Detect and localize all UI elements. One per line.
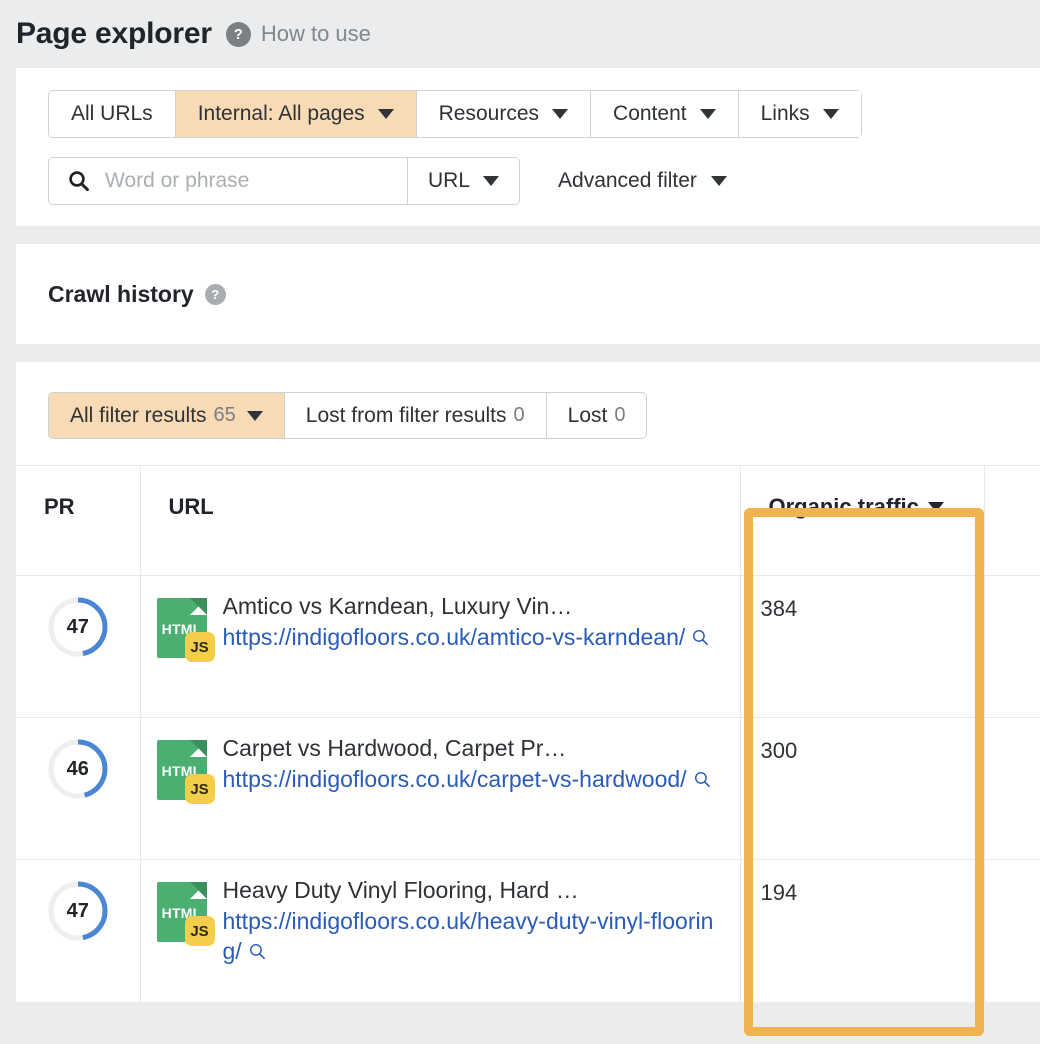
js-badge-icon: JS — [185, 916, 215, 946]
filter-tab-internal-all-pages[interactable]: Internal: All pages — [176, 91, 417, 137]
cell-pr: 47 — [16, 860, 140, 1002]
question-mark-icon[interactable]: ? — [205, 284, 226, 305]
page-title-text: Carpet vs Hardwood, Carpet Pr… — [223, 734, 726, 763]
js-badge-icon: JS — [185, 632, 215, 662]
cell-extra — [984, 860, 1040, 1002]
column-header-pr[interactable]: PR — [16, 466, 140, 576]
crawl-history-title: Crawl history — [48, 281, 194, 308]
advanced-filter-button[interactable]: Advanced filter — [558, 169, 727, 193]
filter-tab-links[interactable]: Links — [739, 91, 861, 137]
search-icon — [67, 169, 91, 193]
chevron-down-icon — [711, 176, 727, 186]
cell-pr: 46 — [16, 718, 140, 860]
pr-gauge: 47 — [47, 880, 109, 942]
table-row[interactable]: 47 HTML JS — [16, 576, 1040, 718]
filter-tab-label: Content — [613, 102, 687, 126]
chevron-down-icon — [247, 411, 263, 421]
chevron-down-icon — [552, 109, 568, 119]
cell-extra — [984, 576, 1040, 718]
html-file-icon: HTML JS — [157, 740, 207, 802]
search-icon[interactable] — [693, 770, 712, 789]
cell-organic-traffic: 194 — [740, 860, 984, 1002]
results-tab-all-filter-results[interactable]: All filter results 65 — [49, 393, 285, 438]
pr-value: 46 — [47, 738, 109, 800]
column-header-extra — [984, 466, 1040, 576]
column-header-label: URL — [169, 494, 214, 519]
column-header-url[interactable]: URL — [140, 466, 740, 576]
filter-tab-label: All URLs — [71, 102, 153, 126]
crawl-history-panel: Crawl history ? — [16, 244, 1040, 344]
cell-extra — [984, 718, 1040, 860]
search-scope-select[interactable]: URL — [408, 157, 520, 205]
filter-tab-all-urls[interactable]: All URLs — [49, 91, 176, 137]
pr-gauge: 47 — [47, 596, 109, 658]
filter-tab-label: Internal: All pages — [198, 102, 365, 126]
cell-url: HTML JS Amtico vs Karndean, Luxury Vin… … — [140, 576, 740, 718]
advanced-filter-label: Advanced filter — [558, 169, 697, 193]
chevron-down-icon — [823, 109, 839, 119]
how-to-use-label: How to use — [261, 21, 371, 47]
page-title-text: Amtico vs Karndean, Luxury Vin… — [223, 592, 726, 621]
page-url-link[interactable]: https://indigofloors.co.uk/amtico-vs-kar… — [223, 623, 726, 652]
search-icon[interactable] — [691, 628, 710, 647]
search-row: Word or phrase URL Advanced filter — [48, 157, 1040, 205]
column-header-label: PR — [44, 494, 75, 519]
cell-organic-traffic: 384 — [740, 576, 984, 718]
results-tab-lost-from-filter-results[interactable]: Lost from filter results 0 — [285, 393, 547, 438]
results-panel: All filter results 65 Lost from filter r… — [16, 362, 1040, 1002]
results-tab-count: 0 — [514, 404, 525, 427]
pr-value: 47 — [47, 596, 109, 658]
crawl-history-heading: Crawl history ? — [48, 281, 226, 308]
chevron-down-icon — [700, 109, 716, 119]
results-tab-lost[interactable]: Lost 0 — [547, 393, 647, 438]
filter-tab-label: Links — [761, 102, 810, 126]
results-tab-label: All filter results — [70, 404, 207, 428]
results-tab-count: 65 — [214, 404, 236, 427]
results-table: PR URL Organic traffic — [16, 465, 1040, 1002]
filter-tab-label: Resources — [439, 102, 539, 126]
search-placeholder: Word or phrase — [105, 169, 249, 193]
cell-url: HTML JS Carpet vs Hardwood, Carpet Pr… h… — [140, 718, 740, 860]
page-header: Page explorer ? How to use — [0, 0, 1040, 68]
page-title: Page explorer — [16, 17, 212, 51]
js-badge-icon: JS — [185, 774, 215, 804]
page-url-link[interactable]: https://indigofloors.co.uk/heavy-duty-vi… — [223, 907, 726, 966]
results-tab-group: All filter results 65 Lost from filter r… — [48, 392, 647, 439]
results-tab-count: 0 — [614, 404, 625, 427]
filters-panel: All URLs Internal: All pages Resources C… — [16, 68, 1040, 226]
results-tab-label: Lost — [568, 404, 608, 428]
sort-control[interactable]: Organic traffic — [769, 494, 944, 520]
column-header-organic-traffic[interactable]: Organic traffic — [740, 466, 984, 576]
html-file-icon: HTML JS — [157, 598, 207, 660]
pr-gauge: 46 — [47, 738, 109, 800]
search-scope-label: URL — [428, 169, 470, 193]
search-input[interactable]: Word or phrase — [48, 157, 408, 205]
cell-url: HTML JS Heavy Duty Vinyl Flooring, Hard … — [140, 860, 740, 1002]
column-header-label: Organic traffic — [769, 494, 919, 520]
search-icon[interactable] — [248, 942, 267, 961]
how-to-use-link[interactable]: ? How to use — [226, 21, 371, 47]
table-row[interactable]: 47 HTML JS — [16, 860, 1040, 1002]
sort-descending-icon — [928, 502, 944, 512]
pr-value: 47 — [47, 880, 109, 942]
html-file-icon: HTML JS — [157, 882, 207, 944]
results-tab-label: Lost from filter results — [306, 404, 507, 428]
page-title-text: Heavy Duty Vinyl Flooring, Hard … — [223, 876, 726, 905]
table-row[interactable]: 46 HTML JS — [16, 718, 1040, 860]
chevron-down-icon — [483, 176, 499, 186]
chevron-down-icon — [378, 109, 394, 119]
filter-tab-content[interactable]: Content — [591, 91, 739, 137]
results-tabs-wrap: All filter results 65 Lost from filter r… — [16, 362, 1040, 465]
filter-tab-resources[interactable]: Resources — [417, 91, 591, 137]
page-url-link[interactable]: https://indigofloors.co.uk/carpet-vs-har… — [223, 765, 726, 794]
cell-organic-traffic: 300 — [740, 718, 984, 860]
filter-tab-group: All URLs Internal: All pages Resources C… — [48, 90, 862, 138]
cell-pr: 47 — [16, 576, 140, 718]
question-mark-icon: ? — [226, 22, 251, 47]
table-header-row: PR URL Organic traffic — [16, 466, 1040, 576]
page-explorer-app: Page explorer ? How to use All URLs Inte… — [0, 0, 1040, 1044]
